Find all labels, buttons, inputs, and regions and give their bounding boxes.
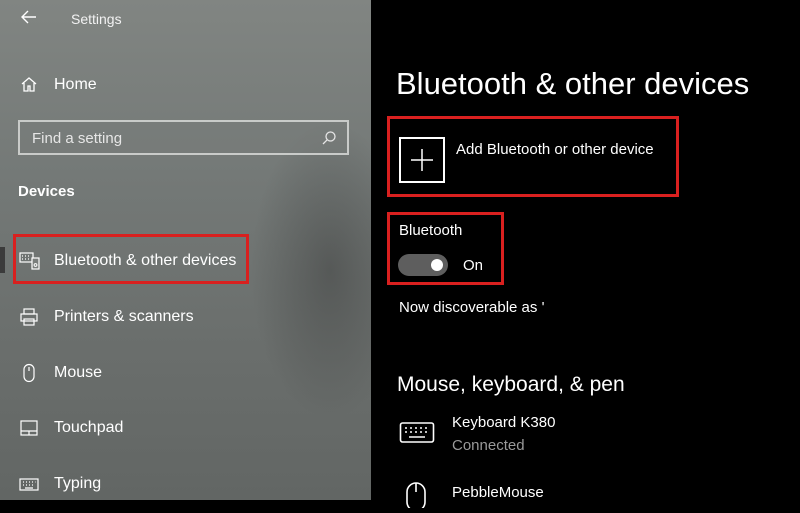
device-status: Connected (452, 437, 525, 454)
sidebar-item-mouse[interactable]: Mouse (0, 351, 371, 395)
touchpad-icon (19, 418, 39, 438)
sidebar-item-typing[interactable]: Typing (0, 462, 371, 500)
highlight-box (13, 234, 249, 284)
sidebar-item-touchpad[interactable]: Touchpad (0, 406, 371, 450)
section-heading: Mouse, keyboard, & pen (397, 373, 625, 396)
back-arrow-icon (21, 10, 36, 24)
sidebar-item-printers-scanners[interactable]: Printers & scanners (0, 295, 371, 339)
sidebar-item-label: Home (54, 76, 97, 93)
highlight-box (387, 212, 504, 285)
search-icon (320, 129, 338, 147)
highlight-box (387, 116, 679, 197)
back-button[interactable] (18, 6, 40, 28)
sidebar-item-label: Touchpad (54, 419, 124, 436)
search-input[interactable]: Find a setting (18, 120, 349, 155)
device-name[interactable]: Keyboard K380 (452, 414, 555, 431)
mouse-icon (399, 480, 435, 512)
sidebar-item-home[interactable]: Home (0, 63, 371, 107)
keyboard-icon (399, 418, 435, 446)
sidebar-section-heading: Devices (18, 183, 75, 200)
printer-icon (19, 307, 39, 327)
discoverable-text: Now discoverable as ' (399, 299, 545, 316)
sidebar-item-label: Printers & scanners (54, 308, 194, 325)
search-placeholder: Find a setting (32, 130, 123, 147)
mouse-icon (19, 363, 39, 383)
main-panel: Bluetooth & other devices Add Bluetooth … (371, 0, 800, 512)
sidebar: Settings Home Find a setting Devices Blu… (0, 0, 371, 500)
page-title: Bluetooth & other devices (396, 66, 750, 101)
home-icon (19, 75, 39, 95)
sidebar-item-label: Mouse (54, 364, 103, 381)
window-title: Settings (71, 11, 122, 27)
keyboard-icon (19, 474, 39, 494)
sidebar-item-label: Typing (54, 475, 102, 492)
device-name[interactable]: PebbleMouse (452, 484, 544, 501)
